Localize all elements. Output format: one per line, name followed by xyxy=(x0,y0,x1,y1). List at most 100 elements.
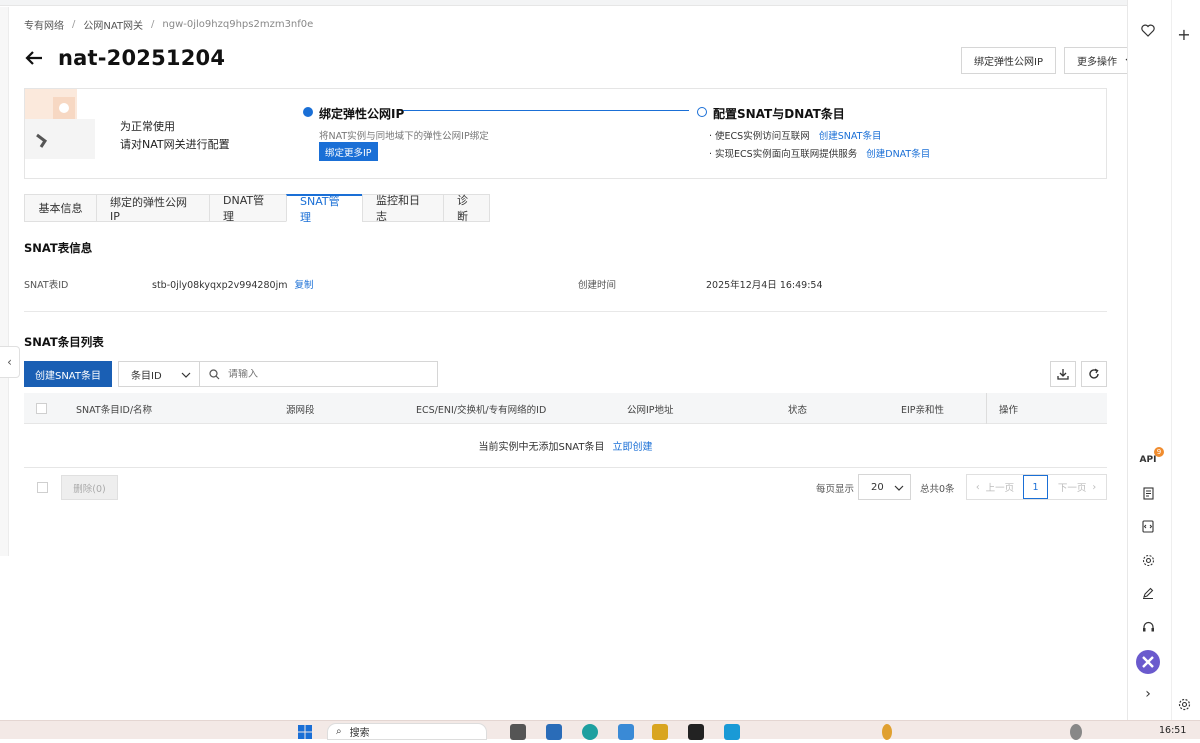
step1-description: 将NAT实例与同地域下的弹性公网IP绑定 xyxy=(319,131,489,142)
tab-snat[interactable]: SNAT管理 xyxy=(286,194,362,224)
breadcrumb-separator: / xyxy=(72,19,76,30)
page-title: nat-20251204 xyxy=(58,46,226,70)
col-instance-id: ECS/ENI/交换机/专有网络的ID xyxy=(416,405,547,416)
pagination: ‹ 上一页 1 下一页 › xyxy=(966,474,1107,500)
wifi-icon[interactable] xyxy=(1070,724,1082,740)
chevron-down-icon xyxy=(894,485,904,491)
section-divider xyxy=(24,311,1107,312)
col-snat-id: SNAT条目ID/名称 xyxy=(76,405,153,416)
app-icon-browser[interactable] xyxy=(582,724,598,740)
app-icon-store[interactable] xyxy=(618,724,634,740)
page-size-select[interactable]: 20 xyxy=(858,474,911,500)
search-field[interactable] xyxy=(199,361,438,387)
app-icon-mail[interactable] xyxy=(546,724,562,740)
filter-field-select[interactable]: 条目ID xyxy=(118,361,200,387)
tab-dnat[interactable]: DNAT管理 xyxy=(209,194,286,223)
tab-basic-info[interactable]: 基本信息 xyxy=(24,194,96,222)
step-active-dot xyxy=(303,107,313,117)
step2-item2: · 实现ECS实例面向互联网提供服务 创建DNAT条目 xyxy=(709,146,930,160)
bind-more-ip-button[interactable]: 绑定更多IP xyxy=(319,142,378,161)
snat-id-value: stb-0jly08kyqxp2v994280jm 复制 xyxy=(152,277,314,291)
edit-icon[interactable] xyxy=(1138,583,1158,603)
step2-item1-text: · 使ECS实例访问互联网 xyxy=(709,131,810,142)
create-snat-button[interactable]: 创建SNAT条目 xyxy=(24,361,112,387)
created-time-value: 2025年12月4日 16:49:54 xyxy=(706,280,823,291)
code-doc-icon[interactable] xyxy=(1138,516,1158,536)
snat-id-text: stb-0jly08kyqxp2v994280jm xyxy=(152,280,288,291)
task-view-icon[interactable] xyxy=(510,724,526,740)
tab-diagnose[interactable]: 诊断 xyxy=(443,194,490,223)
next-page-label: 下一页 xyxy=(1057,483,1087,494)
tab-monitor-logs[interactable]: 监控和日志 xyxy=(362,194,443,223)
download-icon xyxy=(1057,369,1069,380)
os-taskbar: ⌕ 搜索 16:51 xyxy=(0,720,1200,740)
headset-icon[interactable] xyxy=(1138,617,1158,637)
create-dnat-link[interactable]: 创建DNAT条目 xyxy=(866,149,930,160)
prev-page-label: 上一页 xyxy=(985,483,1015,494)
setup-guide-panel: 为正常使用 请对NAT网关进行配置 绑定弹性公网IP 将NAT实例与同地域下的弹… xyxy=(24,88,1107,179)
next-page-button[interactable]: 下一页 › xyxy=(1048,475,1106,499)
guide-text-line1: 为正常使用 xyxy=(120,120,175,133)
toolbar-column xyxy=(1128,0,1172,720)
col-status: 状态 xyxy=(788,405,808,416)
search-icon xyxy=(209,369,220,380)
chevron-right-icon: › xyxy=(1092,481,1097,493)
created-time-label: 创建时间 xyxy=(578,280,617,291)
breadcrumb-nat[interactable]: 公网NAT网关 xyxy=(83,17,143,32)
guide-text: 为正常使用 请对NAT网关进行配置 xyxy=(120,118,230,154)
gear-icon[interactable] xyxy=(1174,694,1194,714)
chevron-down-icon xyxy=(181,372,191,378)
chevron-right-icon[interactable]: › xyxy=(1138,684,1158,704)
tab-bound-eip[interactable]: 绑定的弹性公网IP xyxy=(96,194,209,223)
total-count: 总共0条 xyxy=(920,484,955,495)
page-size-label: 每页显示 xyxy=(816,484,855,495)
assistant-icon[interactable] xyxy=(1136,650,1160,674)
step1-title: 绑定弹性公网IP xyxy=(319,107,405,121)
prev-page-button[interactable]: ‹ 上一页 xyxy=(967,475,1023,499)
guide-text-line2: 请对NAT网关进行配置 xyxy=(120,138,230,151)
step-inactive-dot xyxy=(697,107,707,117)
settings-icon[interactable] xyxy=(1138,550,1158,570)
breadcrumb-vpc[interactable]: 专有网络 xyxy=(24,17,64,32)
download-button[interactable] xyxy=(1050,361,1076,387)
chevron-left-icon: ‹ xyxy=(975,481,980,493)
bind-eip-button[interactable]: 绑定弹性公网IP xyxy=(961,47,1056,74)
search-input[interactable] xyxy=(228,368,418,380)
breadcrumb: 专有网络 / 公网NAT网关 / ngw-0jlo9hzq9hps2mzm3nf… xyxy=(24,17,313,32)
footer-select-checkbox[interactable] xyxy=(37,482,48,493)
copy-link[interactable]: 复制 xyxy=(295,280,314,291)
start-icon[interactable] xyxy=(297,724,313,740)
document-icon[interactable] xyxy=(1138,483,1158,503)
app-icon-play[interactable] xyxy=(724,724,740,740)
filter-field-value: 条目ID xyxy=(131,370,162,382)
col-public-ip: 公网IP地址 xyxy=(627,405,674,416)
app-icon-terminal[interactable] xyxy=(688,724,704,740)
tray-icon[interactable] xyxy=(882,724,892,740)
step-connector xyxy=(403,110,689,111)
create-now-link[interactable]: 立即创建 xyxy=(613,438,653,453)
col-actions: 操作 xyxy=(999,405,1019,416)
heart-pulse-icon[interactable] xyxy=(1138,20,1158,40)
snat-id-label: SNAT表ID xyxy=(24,280,69,291)
taskbar-search[interactable]: ⌕ 搜索 xyxy=(327,723,487,740)
api-badge: 9 xyxy=(1154,447,1164,457)
current-page[interactable]: 1 xyxy=(1023,475,1048,499)
more-actions-label: 更多操作 xyxy=(1077,57,1117,68)
step2-item1: · 使ECS实例访问互联网 创建SNAT条目 xyxy=(709,128,881,142)
column-divider xyxy=(986,393,987,424)
select-all-checkbox[interactable] xyxy=(36,403,47,414)
app-icon-files[interactable] xyxy=(652,724,668,740)
plus-icon[interactable]: + xyxy=(1174,24,1194,44)
empty-state-row: 当前实例中无添加SNAT条目 立即创建 xyxy=(24,424,1107,468)
delete-button[interactable]: 删除(0) xyxy=(61,475,118,500)
back-arrow-icon[interactable] xyxy=(24,48,44,68)
snat-info-title: SNAT表信息 xyxy=(24,241,93,255)
api-label: API xyxy=(1139,455,1157,465)
empty-text: 当前实例中无添加SNAT条目 xyxy=(478,442,605,453)
title-row: nat-20251204 xyxy=(24,46,225,70)
create-snat-link[interactable]: 创建SNAT条目 xyxy=(819,131,882,142)
table-header: SNAT条目ID/名称 源网段 ECS/ENI/交换机/专有网络的ID 公网IP… xyxy=(24,393,1107,424)
table-refresh-button[interactable] xyxy=(1081,361,1107,387)
top-border xyxy=(0,0,1200,6)
col-eip-affinity: EIP亲和性 xyxy=(901,405,945,416)
